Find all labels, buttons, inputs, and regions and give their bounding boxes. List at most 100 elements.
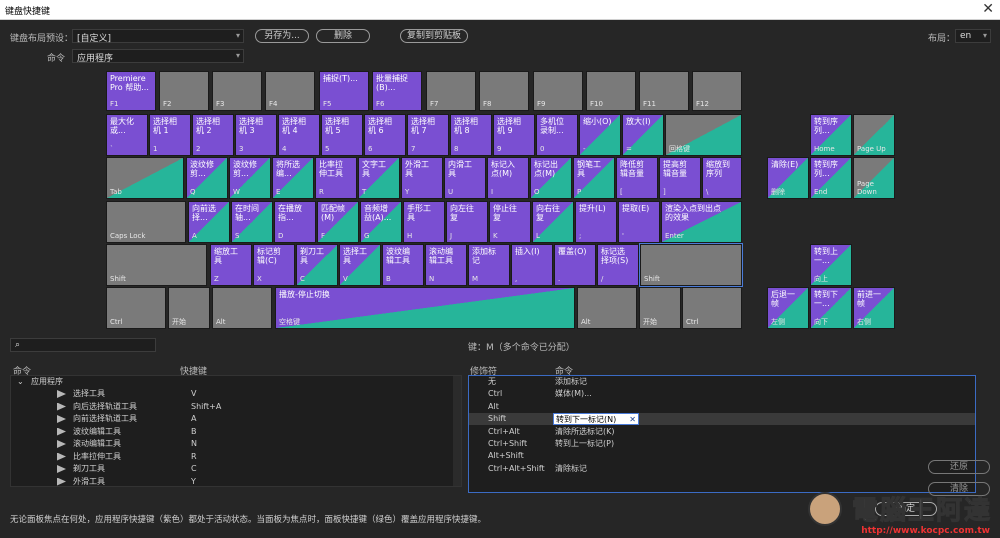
save-as-button[interactable]: 另存为...	[255, 29, 309, 43]
key-/[interactable]: 标记选 择项(S) /	[597, 244, 639, 286]
key-=[interactable]: 放大(I) =	[622, 114, 664, 156]
modifier-row[interactable]: Ctrl+Shift 转到上一标记(P)	[469, 438, 975, 450]
key-`[interactable]: 最大化或... `	[106, 114, 148, 156]
key-y[interactable]: 外滑工 具 Y	[401, 157, 443, 199]
key-p[interactable]: 钢笔工 具 P	[573, 157, 615, 199]
key-o[interactable]: 标记出 点(M) O	[530, 157, 572, 199]
key-.[interactable]: 覆盖(O).	[554, 244, 596, 286]
modifier-row[interactable]: Ctrl+Alt+Shift 清除标记	[469, 463, 975, 475]
key-向上[interactable]: 转到上 一... 向上	[810, 244, 852, 286]
key-7[interactable]: 选择相 机 7 7	[407, 114, 449, 156]
modifier-row[interactable]: Alt	[469, 401, 975, 413]
list-item[interactable]: 向后选择轨道工具 Shift+A	[11, 401, 461, 413]
key-删除[interactable]: 清除(E) 删除	[767, 157, 809, 199]
key-,[interactable]: 插入(I),	[511, 244, 553, 286]
key-f6[interactable]: 批量捕捉 (B)... F6	[372, 71, 422, 111]
key-e[interactable]: 将所选 编... E	[272, 157, 314, 199]
modifier-row[interactable]: Ctrl 媒体(M)...	[469, 388, 975, 400]
undo-button[interactable]: 还原	[928, 460, 990, 474]
key-q[interactable]: 波纹修 剪... Q	[186, 157, 228, 199]
key-2[interactable]: 选择相 机 2 2	[192, 114, 234, 156]
key-f8[interactable]: F8	[479, 71, 529, 111]
list-item[interactable]: 比率拉伸工具 R	[11, 451, 461, 463]
key-end[interactable]: 转到序 列... End	[810, 157, 852, 199]
key-d[interactable]: 在播放 指... D	[274, 201, 316, 243]
shortcut-edit-field[interactable]: 转到下一标记(N) ✕	[553, 413, 639, 426]
scrollbar[interactable]	[453, 376, 461, 486]
key-k[interactable]: 停止往 复 K	[489, 201, 531, 243]
key-page-up[interactable]: Page Up	[853, 114, 895, 156]
list-item[interactable]: 向前选择轨道工具 A	[11, 413, 461, 425]
key-home[interactable]: 转到序 列... Home	[810, 114, 852, 156]
key-r[interactable]: 比率拉 伸工具 R	[315, 157, 357, 199]
key-s[interactable]: 在时间 轴... S	[231, 201, 273, 243]
key-t[interactable]: 文字工 具 T	[358, 157, 400, 199]
modifier-row[interactable]: 无 添加标记	[469, 376, 975, 388]
modifier-row[interactable]: Alt+Shift	[469, 450, 975, 462]
list-item[interactable]: 剃刀工具 C	[11, 463, 461, 475]
list-item[interactable]: 外滑工具 Y	[11, 476, 461, 487]
key-v[interactable]: 选择工 具 V	[339, 244, 381, 286]
key-0[interactable]: 多机位 录制... 0	[536, 114, 578, 156]
clear-icon[interactable]: ✕	[629, 414, 636, 426]
copy-to-clipboard-button[interactable]: 复制到剪贴板	[400, 29, 468, 43]
key-f[interactable]: 匹配帧 (M) F	[317, 201, 359, 243]
key-[[interactable]: 降低剪 辑音量 [	[616, 157, 658, 199]
key-5[interactable]: 选择相 机 5 5	[321, 114, 363, 156]
key-f7[interactable]: F7	[426, 71, 476, 111]
key-;[interactable]: 提升(L);	[575, 201, 617, 243]
key-alt[interactable]: Alt	[212, 287, 272, 329]
key-右侧[interactable]: 前进一 帧右侧	[853, 287, 895, 329]
modifier-row[interactable]: Shift 转到下一标记(N) ✕	[469, 413, 975, 426]
key-tab[interactable]: Tab	[106, 157, 184, 199]
key-1[interactable]: 选择相 机 1 1	[149, 114, 191, 156]
key-m[interactable]: 添加标 记 M	[468, 244, 510, 286]
key-ctrl[interactable]: Ctrl	[106, 287, 166, 329]
key-ctrl[interactable]: Ctrl	[682, 287, 742, 329]
key-n[interactable]: 滚动编 辑工具 N	[425, 244, 467, 286]
key-4[interactable]: 选择相 机 4 4	[278, 114, 320, 156]
key-enter[interactable]: 渲染入点到出点 的效果 Enter	[661, 201, 742, 243]
key-c[interactable]: 剃刀工 具 C	[296, 244, 338, 286]
modifier-row[interactable]: Ctrl+Alt 清除所选标记(K)	[469, 426, 975, 438]
command-list[interactable]: ⌄ 应用程序 选择工具 V 向后选择轨道工具 Shift+A 向前选择轨道工具 A 波纹编辑…	[10, 375, 462, 487]
key-开始[interactable]: 开始	[168, 287, 210, 329]
key-b[interactable]: 波纹编 辑工具 B	[382, 244, 424, 286]
key-caps-lock[interactable]: Caps Lock	[106, 201, 186, 243]
command-select[interactable]: 应用程序 ▾	[72, 49, 244, 64]
layout-preset-select[interactable]: [自定义] ▾	[72, 29, 244, 44]
close-icon[interactable]: ✕	[982, 1, 994, 17]
key-6[interactable]: 选择相 机 6 6	[364, 114, 406, 156]
key-f11[interactable]: F11	[639, 71, 689, 111]
search-input[interactable]: ⌕	[10, 338, 156, 352]
key-shift[interactable]: Shift	[639, 243, 743, 287]
key-f5[interactable]: 捕捉(T)... F5	[319, 71, 369, 111]
key--[interactable]: 缩小(O) -	[579, 114, 621, 156]
key-u[interactable]: 内滑工 具 U	[444, 157, 486, 199]
key-j[interactable]: 向左往 复 J	[446, 201, 488, 243]
key-f10[interactable]: F10	[586, 71, 636, 111]
key-i[interactable]: 标记入 点(M) I	[487, 157, 529, 199]
key-z[interactable]: 缩放工 具 Z	[210, 244, 252, 286]
key-w[interactable]: 波纹修 剪... W	[229, 157, 271, 199]
key-3[interactable]: 选择相 机 3 3	[235, 114, 277, 156]
key-a[interactable]: 向前选 择... A	[188, 201, 230, 243]
list-item[interactable]: 波纹编辑工具 B	[11, 426, 461, 438]
key-x[interactable]: 标记剪 辑(C) X	[253, 244, 295, 286]
key-alt[interactable]: Alt	[577, 287, 637, 329]
layout-select[interactable]: en ▾	[955, 29, 991, 43]
key-开始[interactable]: 开始	[639, 287, 681, 329]
list-item[interactable]: 选择工具 V	[11, 388, 461, 400]
key-向下[interactable]: 转到下 一... 向下	[810, 287, 852, 329]
key-8[interactable]: 选择相 机 8 8	[450, 114, 492, 156]
key-shift[interactable]: Shift	[106, 244, 207, 286]
key-回格键[interactable]: 回格键	[665, 114, 742, 156]
key-f2[interactable]: F2	[159, 71, 209, 111]
key-f1[interactable]: Premiere Pro 帮助... F1	[106, 71, 156, 111]
key-'[interactable]: 提取(E) '	[618, 201, 660, 243]
key-h[interactable]: 手形工 具 H	[403, 201, 445, 243]
key-9[interactable]: 选择相 机 9 9	[493, 114, 535, 156]
key-page-down[interactable]: Page Down	[853, 157, 895, 199]
key-g[interactable]: 音频增 益(A)... G	[360, 201, 402, 243]
key-f9[interactable]: F9	[533, 71, 583, 111]
